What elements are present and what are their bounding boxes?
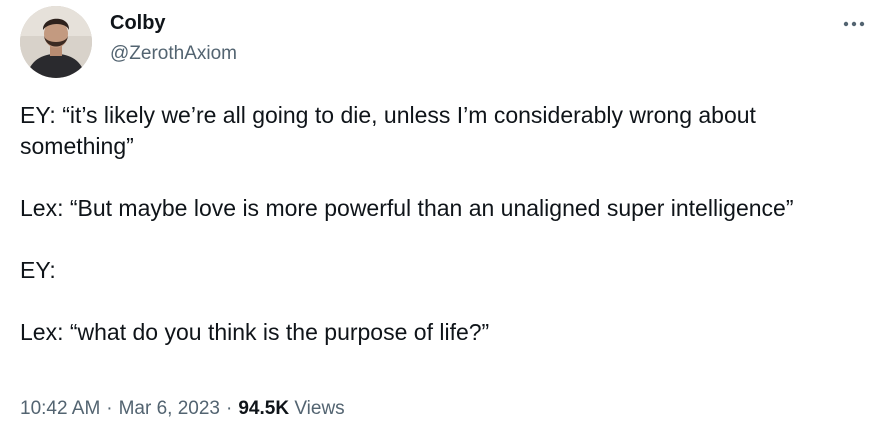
tweet-paragraph: EY: [20,257,56,283]
author-name[interactable]: Colby [110,12,166,35]
tweet-paragraph: EY: “it’s likely we’re all going to die,… [20,102,756,159]
avatar[interactable] [20,6,92,78]
tweet-time[interactable]: 10:42 AM [20,398,100,419]
tweet-metadata: 10:42 AM · Mar 6, 2023 · 94.5K Views [20,398,345,420]
tweet-date[interactable]: Mar 6, 2023 [119,398,220,419]
avatar-photo [20,6,92,78]
views-count[interactable]: 94.5K [238,398,289,419]
meta-separator: · [226,398,233,419]
meta-separator: · [106,398,113,419]
tweet-paragraph: Lex: “But maybe love is more powerful th… [20,195,794,221]
tweet-text: EY: “it’s likely we’re all going to die,… [20,100,870,379]
more-horizontal-icon [843,21,865,27]
views-label: Views [294,398,345,419]
more-options-button[interactable] [839,12,869,36]
tweet-card: Colby @ZerothAxiom EY: “it’s likely we’r… [0,0,889,430]
tweet-paragraph: Lex: “what do you think is the purpose o… [20,319,490,345]
author-handle[interactable]: @ZerothAxiom [110,43,237,65]
